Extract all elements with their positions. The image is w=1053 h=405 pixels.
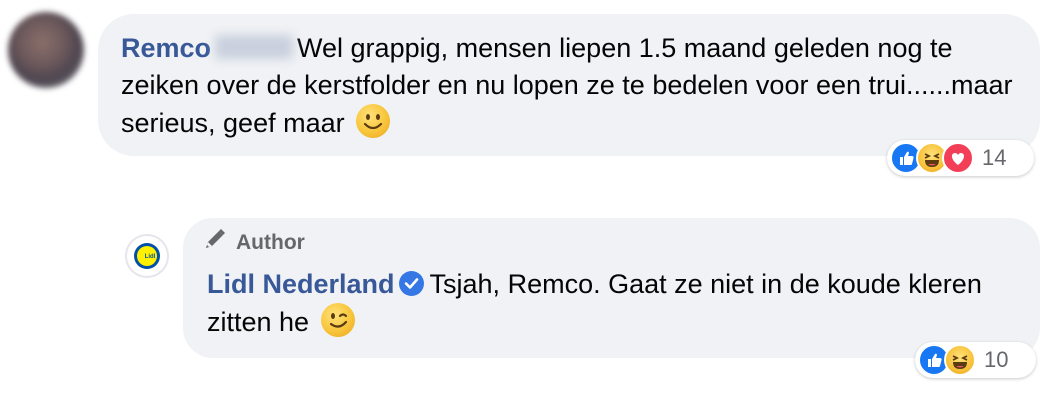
reaction-count: 10 xyxy=(984,347,1009,372)
smile-emoji-icon xyxy=(356,104,391,138)
reply-bubble: Author Lidl Nederland Tsjah, Remco. Gaat… xyxy=(183,218,1040,358)
verified-badge-icon xyxy=(398,271,424,296)
pencil-icon xyxy=(202,225,228,262)
comment-body: Remco Wel grappig, mensen liepen 1.5 maan… xyxy=(121,30,1026,142)
reaction-count: 14 xyxy=(982,145,1007,170)
author-badge-label: Author xyxy=(236,231,305,254)
comment-author-name[interactable]: Remco xyxy=(121,33,211,63)
lidl-logo: Lidl xyxy=(134,243,160,269)
comment-reactions[interactable]: 14 xyxy=(887,140,1034,176)
comment-bubble: Remco Wel grappig, mensen liepen 1.5 maan… xyxy=(98,14,1040,156)
redacted-surname xyxy=(215,35,294,59)
haha-icon xyxy=(944,344,976,376)
reply-author-name[interactable]: Lidl Nederland xyxy=(207,269,395,299)
lidl-avatar[interactable]: Lidl xyxy=(125,234,169,278)
reply-reactions[interactable]: 10 xyxy=(915,342,1036,378)
reply-body: Lidl Nederland Tsjah, Remco. Gaat ze nie… xyxy=(207,266,1027,341)
commenter-avatar[interactable] xyxy=(8,12,84,88)
lidl-logo-text: Lidl xyxy=(144,254,156,260)
wink-emoji-icon xyxy=(320,303,355,337)
author-badge: Author xyxy=(202,228,305,256)
love-icon xyxy=(942,142,974,174)
